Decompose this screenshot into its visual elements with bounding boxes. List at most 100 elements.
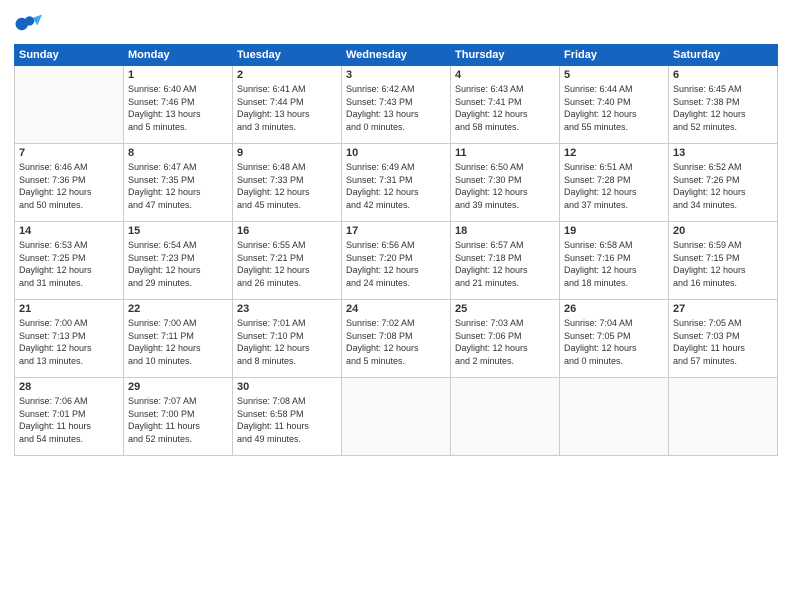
day-info-line: Sunset: 7:03 PM <box>673 330 773 343</box>
day-info-line: Sunrise: 6:48 AM <box>237 161 337 174</box>
day-number: 4 <box>455 69 555 81</box>
day-info-line: Sunrise: 7:08 AM <box>237 395 337 408</box>
day-info-line: Daylight: 12 hours <box>237 342 337 355</box>
day-info-line: and 42 minutes. <box>346 199 446 212</box>
day-number: 19 <box>564 225 664 237</box>
day-number: 5 <box>564 69 664 81</box>
calendar-week-row: 21Sunrise: 7:00 AMSunset: 7:13 PMDayligh… <box>15 300 778 378</box>
calendar-cell: 17Sunrise: 6:56 AMSunset: 7:20 PMDayligh… <box>342 222 451 300</box>
calendar-cell: 29Sunrise: 7:07 AMSunset: 7:00 PMDayligh… <box>124 378 233 456</box>
day-info-line: and 47 minutes. <box>128 199 228 212</box>
day-info-line: Daylight: 12 hours <box>673 186 773 199</box>
day-info-line: Daylight: 12 hours <box>19 186 119 199</box>
day-info-line: Sunrise: 6:45 AM <box>673 83 773 96</box>
day-info-line: Sunrise: 6:51 AM <box>564 161 664 174</box>
column-header-saturday: Saturday <box>669 45 778 66</box>
day-info-line: Sunset: 7:40 PM <box>564 96 664 109</box>
day-info-line: Sunset: 7:23 PM <box>128 252 228 265</box>
day-info-line: Sunset: 7:01 PM <box>19 408 119 421</box>
day-info-line: Daylight: 12 hours <box>455 342 555 355</box>
day-info-line: Daylight: 12 hours <box>346 264 446 277</box>
calendar-table: SundayMondayTuesdayWednesdayThursdayFrid… <box>14 44 778 456</box>
day-info-line: Daylight: 12 hours <box>128 186 228 199</box>
calendar-cell: 15Sunrise: 6:54 AMSunset: 7:23 PMDayligh… <box>124 222 233 300</box>
calendar-cell: 3Sunrise: 6:42 AMSunset: 7:43 PMDaylight… <box>342 66 451 144</box>
day-number: 3 <box>346 69 446 81</box>
day-info-line: and 24 minutes. <box>346 277 446 290</box>
calendar-cell: 25Sunrise: 7:03 AMSunset: 7:06 PMDayligh… <box>451 300 560 378</box>
logo-icon <box>14 10 42 38</box>
calendar-cell <box>669 378 778 456</box>
calendar-cell: 30Sunrise: 7:08 AMSunset: 6:58 PMDayligh… <box>233 378 342 456</box>
day-number: 8 <box>128 147 228 159</box>
day-info-line: and 2 minutes. <box>455 355 555 368</box>
day-info-line: Sunrise: 7:01 AM <box>237 317 337 330</box>
day-number: 6 <box>673 69 773 81</box>
day-number: 9 <box>237 147 337 159</box>
day-info-line: Daylight: 12 hours <box>19 264 119 277</box>
calendar-cell <box>342 378 451 456</box>
day-info-line: Daylight: 12 hours <box>564 264 664 277</box>
day-number: 7 <box>19 147 119 159</box>
calendar-cell: 19Sunrise: 6:58 AMSunset: 7:16 PMDayligh… <box>560 222 669 300</box>
day-number: 24 <box>346 303 446 315</box>
day-info-line: and 5 minutes. <box>128 121 228 134</box>
day-info-line: Sunset: 7:15 PM <box>673 252 773 265</box>
day-info-line: Sunset: 7:46 PM <box>128 96 228 109</box>
day-number: 1 <box>128 69 228 81</box>
column-header-thursday: Thursday <box>451 45 560 66</box>
day-info-line: Sunrise: 6:49 AM <box>346 161 446 174</box>
calendar-week-row: 14Sunrise: 6:53 AMSunset: 7:25 PMDayligh… <box>15 222 778 300</box>
calendar-cell: 11Sunrise: 6:50 AMSunset: 7:30 PMDayligh… <box>451 144 560 222</box>
day-number: 29 <box>128 381 228 393</box>
day-info-line: Sunrise: 6:41 AM <box>237 83 337 96</box>
day-number: 10 <box>346 147 446 159</box>
column-header-wednesday: Wednesday <box>342 45 451 66</box>
day-info-line: and 31 minutes. <box>19 277 119 290</box>
calendar-cell: 14Sunrise: 6:53 AMSunset: 7:25 PMDayligh… <box>15 222 124 300</box>
day-info-line: Sunset: 7:08 PM <box>346 330 446 343</box>
day-info-line: Sunset: 7:43 PM <box>346 96 446 109</box>
day-info-line: and 52 minutes. <box>673 121 773 134</box>
calendar-cell <box>451 378 560 456</box>
day-info-line: and 34 minutes. <box>673 199 773 212</box>
day-info-line: Sunset: 7:35 PM <box>128 174 228 187</box>
day-number: 23 <box>237 303 337 315</box>
calendar-cell: 5Sunrise: 6:44 AMSunset: 7:40 PMDaylight… <box>560 66 669 144</box>
day-info-line: Sunrise: 6:43 AM <box>455 83 555 96</box>
day-info-line: Sunset: 7:26 PM <box>673 174 773 187</box>
calendar-header-row: SundayMondayTuesdayWednesdayThursdayFrid… <box>15 45 778 66</box>
day-info-line: Sunset: 7:06 PM <box>455 330 555 343</box>
calendar-cell: 8 Sunrise: 6:47 AMSunset: 7:35 PMDaylight… <box>124 144 233 222</box>
calendar-cell <box>560 378 669 456</box>
column-header-tuesday: Tuesday <box>233 45 342 66</box>
day-info-line: and 37 minutes. <box>564 199 664 212</box>
day-info-line: Sunrise: 6:40 AM <box>128 83 228 96</box>
day-info-line: and 0 minutes. <box>346 121 446 134</box>
day-info-line: Sunrise: 7:00 AM <box>19 317 119 330</box>
day-info-line: Daylight: 12 hours <box>564 186 664 199</box>
day-info-line: Sunrise: 6:56 AM <box>346 239 446 252</box>
day-number: 26 <box>564 303 664 315</box>
day-info-line: and 57 minutes. <box>673 355 773 368</box>
day-info-line: Sunrise: 6:59 AM <box>673 239 773 252</box>
day-info-line: Daylight: 12 hours <box>564 108 664 121</box>
day-info-line: Sunset: 7:30 PM <box>455 174 555 187</box>
day-number: 13 <box>673 147 773 159</box>
day-info-line: Sunrise: 6:53 AM <box>19 239 119 252</box>
day-number: 18 <box>455 225 555 237</box>
calendar-cell: 12Sunrise: 6:51 AMSunset: 7:28 PMDayligh… <box>560 144 669 222</box>
day-info-line: Sunset: 7:05 PM <box>564 330 664 343</box>
day-number: 15 <box>128 225 228 237</box>
day-info-line: Sunset: 7:18 PM <box>455 252 555 265</box>
day-info-line: Daylight: 12 hours <box>237 264 337 277</box>
day-number: 28 <box>19 381 119 393</box>
day-info-line: Sunrise: 6:57 AM <box>455 239 555 252</box>
day-info-line: Sunrise: 6:47 AM <box>128 161 228 174</box>
day-info-line: Sunrise: 6:46 AM <box>19 161 119 174</box>
day-info-line: Sunset: 7:33 PM <box>237 174 337 187</box>
day-info-line: Sunset: 7:20 PM <box>346 252 446 265</box>
day-info-line: Daylight: 12 hours <box>346 186 446 199</box>
day-info-line: and 39 minutes. <box>455 199 555 212</box>
day-info-line: Sunrise: 6:55 AM <box>237 239 337 252</box>
